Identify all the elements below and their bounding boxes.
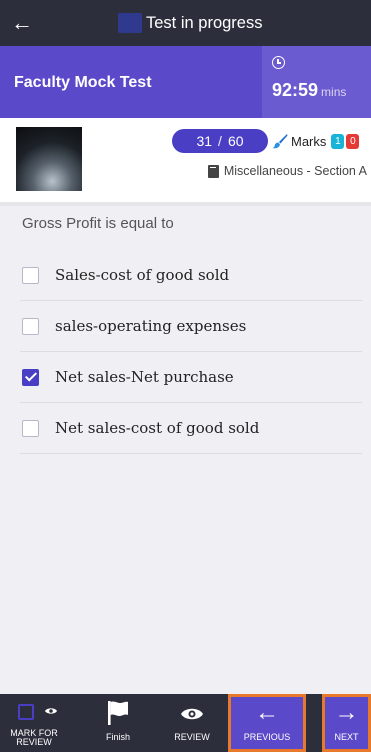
- arrow-left-icon: ←: [255, 699, 279, 726]
- option-label: Net sales-Net purchase: [55, 368, 234, 386]
- clock-icon: [272, 56, 285, 69]
- brush-icon: [272, 134, 288, 149]
- question-total: 60: [227, 133, 244, 149]
- question-counter[interactable]: 31 / 60: [172, 129, 268, 153]
- next-label: NEXT: [334, 732, 359, 742]
- option-4[interactable]: Net sales-cost of good sold: [20, 403, 362, 454]
- section-name: Miscellaneous - Section A: [223, 164, 367, 178]
- option-1[interactable]: Sales-cost of good sold: [20, 250, 362, 301]
- eye-icon: [45, 708, 57, 714]
- option-checkbox[interactable]: [22, 266, 39, 284]
- option-2[interactable]: sales-operating expenses: [20, 301, 362, 352]
- title-group: Test in progress: [118, 0, 262, 46]
- section-label: Miscellaneous - Section A: [207, 164, 367, 178]
- finish-label: Finish: [105, 732, 130, 742]
- option-checkbox[interactable]: [22, 317, 39, 335]
- option-label: Sales-cost of good sold: [55, 266, 230, 284]
- question-separator: /: [218, 133, 222, 149]
- test-name: Faculty Mock Test: [14, 74, 152, 91]
- positive-marks-badge: 1: [331, 133, 345, 149]
- test-header: Faculty Mock Test 92:59 mins: [0, 46, 371, 118]
- negative-marks-badge: 0: [346, 133, 360, 149]
- option-checkbox[interactable]: [22, 419, 39, 437]
- option-3[interactable]: Net sales-Net purchase: [20, 352, 362, 403]
- question-current: 31: [196, 133, 213, 149]
- question-thumbnail: [16, 127, 82, 191]
- question-info: 31 / 60 Marks 1 0 Miscellaneous - Section …: [0, 118, 371, 202]
- bottom-action-bar: MARK FOR REVIEW Finish REVIEW ← PREVIOUS…: [0, 694, 371, 752]
- page-title: Test in progress: [146, 13, 263, 32]
- book-icon: [207, 164, 219, 178]
- next-button[interactable]: → NEXT: [322, 694, 371, 752]
- option-label: sales-operating expenses: [55, 317, 247, 335]
- option-checkbox-checked[interactable]: [22, 368, 39, 386]
- mark-for-review-button[interactable]: MARK FOR REVIEW: [6, 694, 62, 752]
- timer-unit: mins: [321, 85, 347, 99]
- flag-icon: [108, 701, 128, 725]
- app: ← Test in progress Faculty Mock Test 92:…: [0, 0, 371, 752]
- timer-value: 92:59: [272, 80, 319, 100]
- app-logo-icon: [118, 13, 142, 33]
- previous-button[interactable]: ← PREVIOUS: [228, 694, 306, 752]
- back-icon[interactable]: ←: [0, 0, 44, 46]
- marks-label: Marks: [291, 133, 327, 149]
- timer: 92:59 mins: [272, 80, 346, 101]
- top-app-bar: ← Test in progress: [0, 0, 371, 46]
- mark-review-checkbox[interactable]: [18, 704, 34, 720]
- question-text: Gross Profit is equal to: [22, 215, 174, 232]
- mark-review-label-line2: REVIEW: [16, 737, 52, 747]
- review-label: REVIEW: [174, 732, 210, 742]
- eye-icon: [181, 708, 203, 720]
- marks-indicator: Marks 1 0: [272, 129, 360, 153]
- previous-label: PREVIOUS: [243, 732, 291, 742]
- divider: [0, 202, 371, 206]
- finish-button[interactable]: Finish: [94, 694, 142, 752]
- arrow-right-icon: →: [334, 699, 359, 726]
- options-list: Sales-cost of good sold sales-operating …: [20, 250, 362, 454]
- review-button[interactable]: REVIEW: [166, 694, 218, 752]
- timer-box: 92:59 mins: [262, 46, 371, 118]
- option-label: Net sales-cost of good sold: [55, 419, 260, 437]
